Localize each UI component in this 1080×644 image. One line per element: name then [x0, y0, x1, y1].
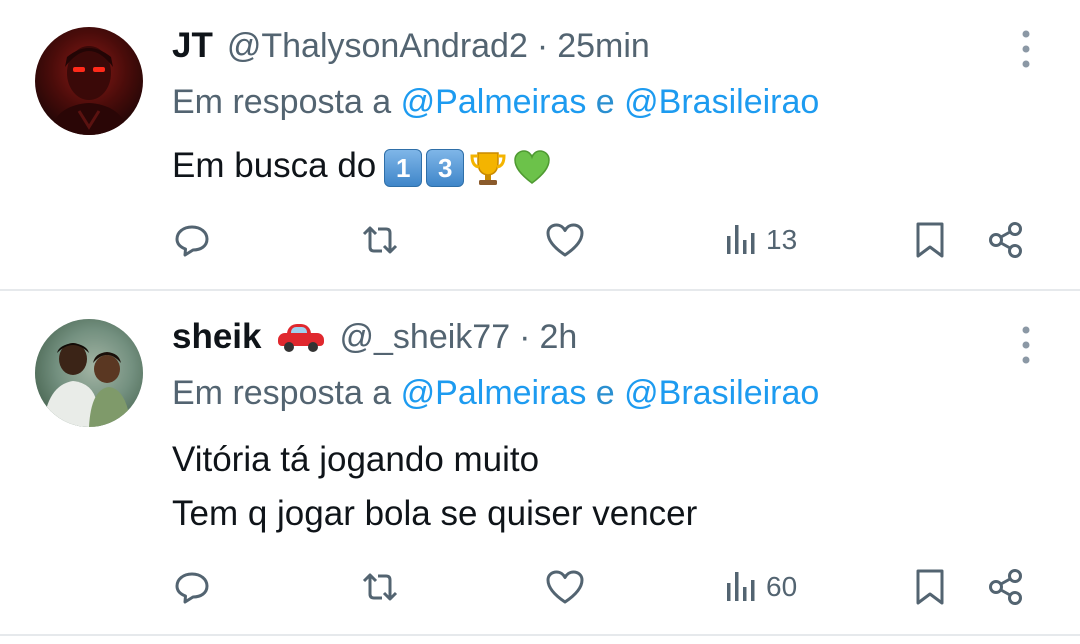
reply-icon: [175, 572, 209, 604]
tweet-header: JT @ThalysonAndrad2 · 25min: [172, 24, 650, 68]
bookmark-icon: [916, 222, 944, 258]
reply-icon: [175, 225, 209, 257]
like-button[interactable]: [544, 567, 586, 607]
like-icon: [546, 570, 584, 604]
reply-prefix: Em resposta a: [172, 374, 392, 412]
mention-brasileirao[interactable]: @Brasileirao: [624, 374, 819, 412]
reply-join: e: [595, 374, 615, 412]
share-button[interactable]: [986, 567, 1026, 607]
bookmark-button[interactable]: [912, 220, 948, 260]
reply-join: e: [595, 83, 615, 121]
keycap-3-icon: 3: [426, 148, 465, 187]
separator-dot: ·: [519, 317, 531, 356]
share-icon: [989, 569, 1022, 605]
tweet[interactable]: JT @ThalysonAndrad2 · 25min Em resposta …: [0, 0, 1080, 290]
avatar[interactable]: [35, 319, 143, 427]
user-handle[interactable]: @_sheik77: [340, 318, 511, 357]
car-icon: [276, 322, 326, 352]
green-heart-icon: [514, 149, 551, 184]
tweet-text-line: Vitória tá jogando muito: [172, 440, 540, 479]
avatar[interactable]: [35, 27, 143, 135]
views-button[interactable]: 13: [724, 220, 797, 260]
share-button[interactable]: [986, 220, 1026, 260]
retweet-button[interactable]: [358, 567, 402, 607]
share-icon: [989, 222, 1022, 258]
retweet-icon: [362, 226, 398, 254]
more-icon[interactable]: [1014, 322, 1038, 368]
reply-prefix: Em resposta a: [172, 83, 392, 121]
views-count: 13: [766, 224, 798, 255]
views-count: 60: [766, 571, 798, 602]
user-handle[interactable]: @ThalysonAndrad2: [227, 27, 528, 66]
retweet-button[interactable]: [358, 220, 402, 260]
emoji-group: 1 3: [384, 148, 552, 188]
views-button[interactable]: 60: [724, 567, 797, 607]
avatar-portrait-icon: [49, 46, 129, 135]
mention-brasileirao[interactable]: @Brasileirao: [624, 83, 819, 121]
trophy-icon: [470, 152, 506, 185]
mention-palmeiras[interactable]: @Palmeiras: [401, 374, 587, 412]
reply-context: Em resposta a @Palmeiras e @Brasileirao: [172, 374, 819, 413]
tweet[interactable]: sheik @_sheik77 · 2h Em resposta a @Palm…: [0, 291, 1080, 636]
like-button[interactable]: [544, 220, 586, 260]
views-icon: [727, 572, 755, 601]
retweet-icon: [362, 573, 398, 601]
tweet-header: sheik @_sheik77 · 2h: [172, 315, 577, 359]
bookmark-button[interactable]: [912, 567, 948, 607]
reply-button[interactable]: [172, 567, 212, 607]
tweet-text-line: Em busca do: [172, 146, 377, 185]
keycap-1-icon: 1: [384, 148, 423, 187]
action-bar: 60: [172, 567, 1042, 607]
reply-context: Em resposta a @Palmeiras e @Brasileirao: [172, 83, 819, 122]
reply-button[interactable]: [172, 220, 212, 260]
action-bar: 13: [172, 220, 1042, 260]
tweet-text-line: Tem q jogar bola se quiser vencer: [172, 494, 698, 533]
timestamp[interactable]: 25min: [557, 27, 650, 66]
timestamp[interactable]: 2h: [539, 318, 577, 357]
more-icon[interactable]: [1014, 26, 1038, 72]
like-icon: [546, 223, 584, 257]
display-name[interactable]: JT: [172, 26, 213, 66]
tweet-text: Vitória tá jogando muito Tem q jogar bol…: [172, 433, 697, 541]
mention-palmeiras[interactable]: @Palmeiras: [401, 83, 587, 121]
separator-dot: ·: [536, 26, 549, 65]
tweet-divider: [0, 634, 1080, 636]
tweet-text: Em busca do 1 3: [172, 139, 552, 193]
avatar-portrait-icon: [35, 319, 143, 427]
bookmark-icon: [916, 569, 944, 605]
views-icon: [727, 225, 755, 254]
display-name[interactable]: sheik: [172, 317, 262, 357]
